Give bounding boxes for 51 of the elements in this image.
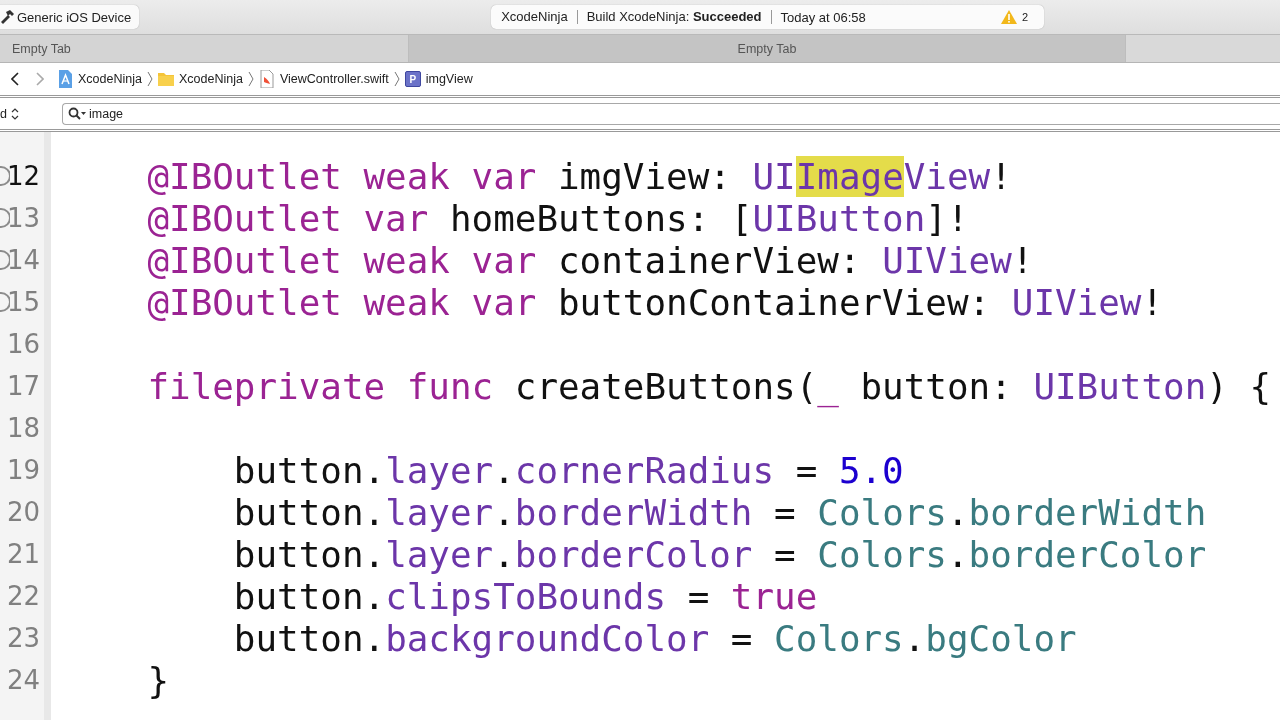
line-number: 22 <box>6 581 40 611</box>
code-line: @IBOutlet weak var buttonContainerView: UIView! <box>146 281 1164 323</box>
scheme-name: Generic iOS Device <box>17 9 132 25</box>
warning-icon <box>1001 10 1018 24</box>
path-item[interactable]: P imgView <box>404 71 473 87</box>
code-line: button.layer.cornerRadius = 5.0 <box>232 449 904 491</box>
code-line: @IBOutlet weak var imgView: UIImageView! <box>146 155 1012 197</box>
code-line: button.layer.borderWidth = Colors.borderWidth <box>232 491 1207 533</box>
line-number: 24 <box>6 665 40 695</box>
code-line: @IBOutlet var homeButtons: [UIButton]! <box>146 197 969 239</box>
editor-tab[interactable]: Empty Tab <box>409 35 1126 62</box>
build-status: Build XcodeNinja: Succeeded <box>577 10 772 24</box>
chevron-right-icon <box>36 72 44 86</box>
search-icon <box>68 106 86 121</box>
line-number: 15 <box>6 287 40 317</box>
project-name: XcodeNinja <box>501 10 578 24</box>
swift-file-icon <box>258 70 275 88</box>
code-line: } <box>146 659 170 701</box>
code-line: button.layer.borderColor = Colors.borderColor <box>232 533 1207 575</box>
line-number: 13 <box>6 203 40 233</box>
line-number: 19 <box>6 455 40 485</box>
warning-count: 2 <box>1022 11 1029 23</box>
scheme-selector[interactable]: Generic iOS Device <box>0 5 140 29</box>
line-number: 16 <box>6 329 40 359</box>
line-number: 21 <box>6 539 40 569</box>
project-icon <box>57 70 73 88</box>
path-item[interactable]: XcodeNinja <box>57 70 142 88</box>
line-number: 18 <box>6 413 40 443</box>
property-icon: P <box>404 71 421 87</box>
line-number: 12 <box>6 161 40 191</box>
line-number: 20 <box>6 497 40 527</box>
chevron-left-icon <box>11 72 19 86</box>
popup-button[interactable]: d <box>0 106 50 121</box>
code-line: button.clipsToBounds = true <box>232 575 818 617</box>
code-line: button.backgroundColor = Colors.bgColor <box>232 617 1077 659</box>
chevron-separator-icon <box>247 71 254 87</box>
line-number: 17 <box>6 371 40 401</box>
path-item[interactable]: ViewController.swift <box>258 70 389 88</box>
folder-icon <box>157 70 174 88</box>
build-time: Today at 06:58 <box>779 9 867 25</box>
chevron-separator-icon <box>146 71 153 87</box>
line-number: 14 <box>6 245 40 275</box>
search-field[interactable]: image <box>62 102 1280 125</box>
hammer-icon <box>0 9 14 25</box>
line-number: 23 <box>6 623 40 653</box>
code-line: @IBOutlet weak var containerView: UIView! <box>146 239 1034 281</box>
code-line: fileprivate func createButtons(_ button: UIButton) { <box>146 365 1272 407</box>
back-button[interactable] <box>11 72 19 86</box>
chevron-separator-icon <box>393 71 400 87</box>
up-down-chevron-icon <box>10 107 19 120</box>
path-item[interactable]: XcodeNinja <box>157 70 243 88</box>
